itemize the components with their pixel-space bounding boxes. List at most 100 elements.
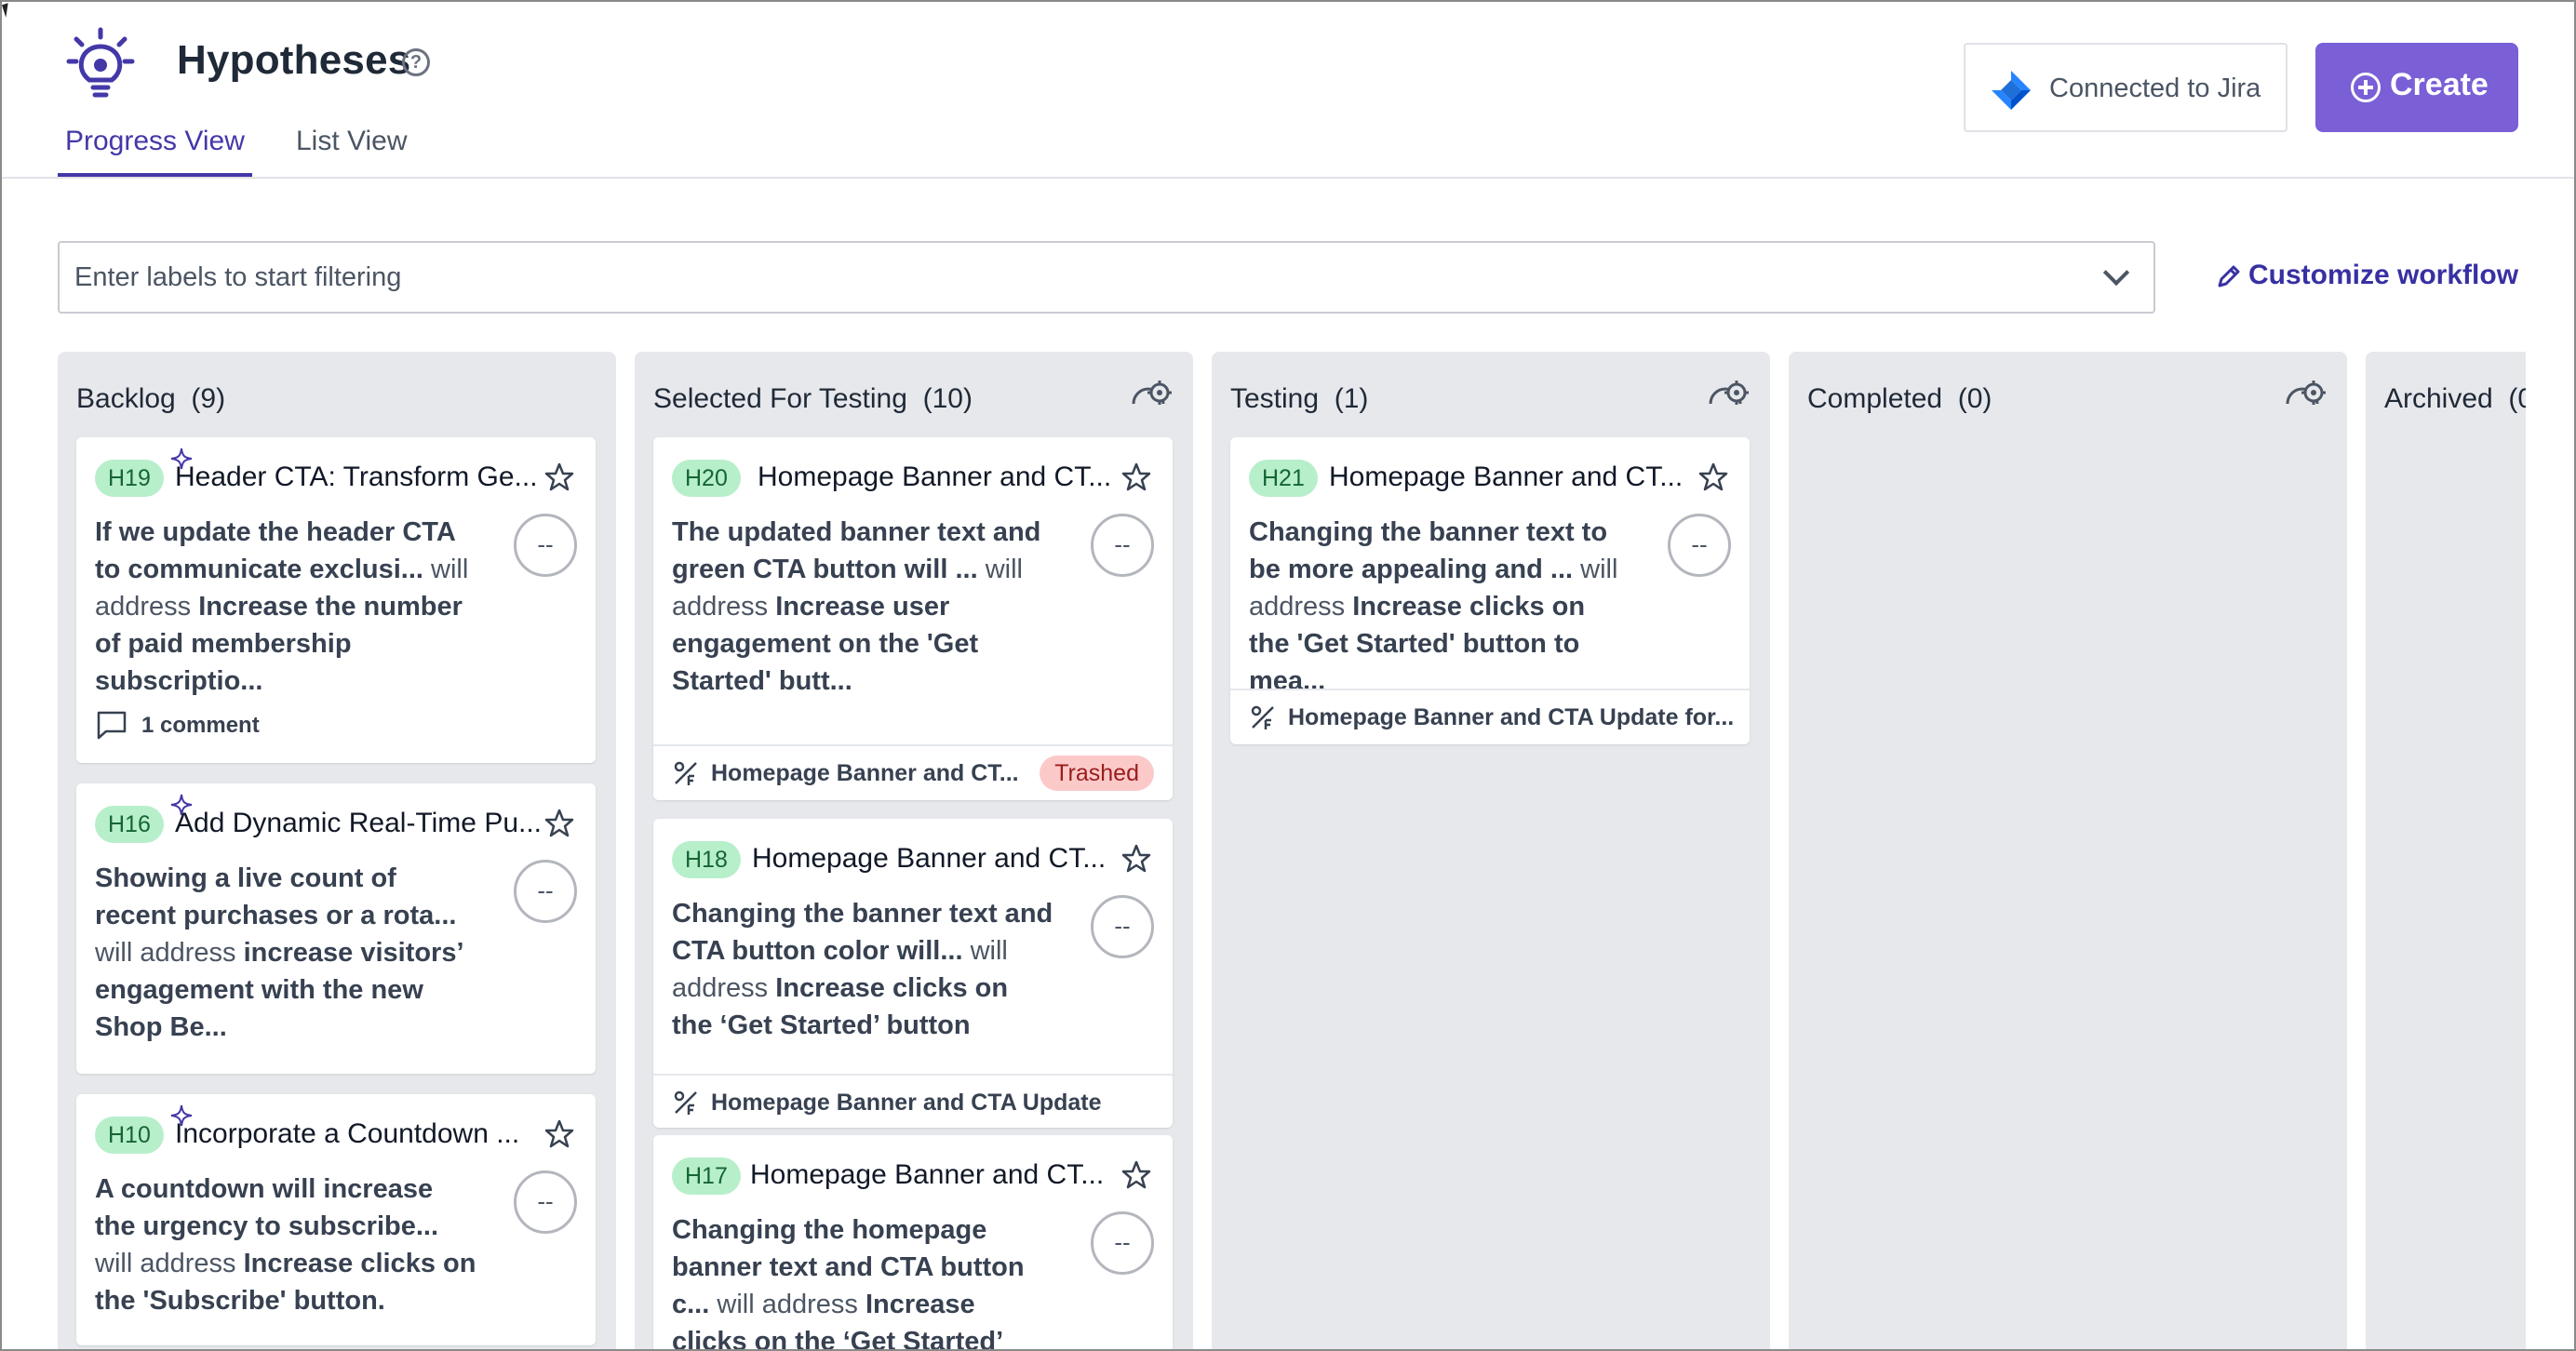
star-icon[interactable]	[543, 808, 575, 839]
hypothesis-card[interactable]: H19 Header CTA: Transform Ge... If we up…	[76, 437, 596, 763]
experiment-name: Homepage Banner and CTA Update for...	[1288, 704, 1735, 730]
column-testing: Testing (1) H21 Homepage Banner and CT..…	[1212, 352, 1770, 1349]
hypothesis-card[interactable]: H21 Homepage Banner and CT... Changing t…	[1230, 437, 1750, 744]
card-change: If we update the header CTA to communica…	[95, 517, 455, 584]
hypothesis-id-badge: H20	[672, 460, 741, 497]
column-name: Testing	[1230, 383, 1320, 414]
column-name: Archived	[2384, 383, 2493, 414]
tab-progress-view[interactable]: Progress View	[65, 126, 245, 157]
automation-settings-icon[interactable]	[2284, 380, 2327, 408]
star-icon[interactable]	[543, 1118, 575, 1150]
column-name: Completed	[1807, 383, 1943, 414]
hypothesis-card[interactable]: H17 Homepage Banner and CT... Changing t…	[653, 1135, 1173, 1349]
column-completed: Completed (0)	[1789, 352, 2347, 1349]
card-description: The updated banner text and green CTA bu…	[672, 514, 1053, 700]
hypothesis-card[interactable]: H20 Homepage Banner and CT... The update…	[653, 437, 1173, 800]
lightbulb-logo-icon	[66, 27, 135, 98]
card-title: Homepage Banner and CT...	[1329, 461, 1684, 492]
jira-connection-button[interactable]: Connected to Jira	[1964, 43, 2288, 132]
active-tab-indicator	[58, 173, 252, 177]
app-window: Hypotheses ? Progress View List View Con…	[0, 0, 2576, 1351]
column-count: (10)	[922, 383, 973, 414]
star-icon[interactable]	[1697, 461, 1729, 493]
card-change: A countdown will increase the urgency to…	[95, 1174, 439, 1241]
card-description: If we update the header CTA to communica…	[95, 514, 476, 700]
customize-workflow-link[interactable]: Customize workflow	[2248, 260, 2518, 291]
comment-count-label: 1 comment	[141, 713, 260, 738]
column-archived: Archived (0)	[2366, 352, 2526, 1349]
card-title: Header CTA: Transform Ge...	[175, 461, 538, 492]
star-icon[interactable]	[1120, 1159, 1152, 1191]
automation-settings-icon[interactable]	[1707, 380, 1750, 408]
experiment-percent-icon	[674, 1090, 697, 1115]
column-selected-for-testing: Selected For Testing (10) H20 Homepage B…	[635, 352, 1193, 1349]
card-title: Homepage Banner and CT...	[750, 1159, 1105, 1190]
score-indicator: --	[1091, 514, 1154, 577]
star-icon[interactable]	[543, 461, 575, 493]
column-header: Completed (0)	[1807, 383, 1992, 415]
column-header: Selected For Testing (10)	[653, 383, 973, 415]
create-button[interactable]: Create	[2315, 43, 2518, 132]
card-title: Homepage Banner and CT...	[752, 843, 1107, 874]
score-indicator: --	[514, 860, 577, 923]
hypothesis-card[interactable]: H16 Add Dynamic Real-Time Pu... Showing …	[76, 783, 596, 1074]
page-header: Hypotheses ? Progress View List View Con…	[2, 2, 2574, 179]
experiment-percent-icon	[674, 761, 697, 785]
score-indicator: --	[1668, 514, 1731, 577]
hypothesis-id-badge: H17	[672, 1157, 741, 1195]
card-change: Changing the banner text to be more appe…	[1249, 517, 1608, 584]
card-connector: will address	[95, 938, 244, 968]
tab-list-view[interactable]: List View	[296, 126, 408, 157]
column-name: Backlog	[76, 383, 176, 414]
question-circle-icon[interactable]: ?	[402, 48, 430, 76]
card-description: Changing the banner text to be more appe…	[1249, 514, 1630, 700]
page-title: Hypotheses	[177, 37, 411, 83]
column-header: Backlog (9)	[76, 383, 225, 415]
card-change: Showing a live count of recent purchases…	[95, 863, 457, 930]
hypothesis-id-badge: H10	[95, 1117, 164, 1154]
card-description: A countdown will increase the urgency to…	[95, 1170, 476, 1319]
column-header: Archived (0)	[2384, 383, 2526, 415]
comment-icon	[97, 711, 127, 740]
card-connector: will address	[95, 1249, 244, 1278]
label-filter-select[interactable]	[58, 241, 2155, 314]
card-title: Add Dynamic Real-Time Pu...	[175, 808, 543, 838]
card-title: Homepage Banner and CT...	[758, 461, 1112, 492]
star-icon[interactable]	[1120, 843, 1152, 875]
linked-experiment[interactable]: Homepage Banner and CT... Trashed	[653, 744, 1173, 798]
column-count: (0)	[2508, 383, 2526, 414]
create-button-label: Create	[2390, 67, 2489, 102]
status-badge: Trashed	[1040, 756, 1154, 791]
experiment-percent-icon	[1251, 705, 1274, 729]
automation-settings-icon[interactable]	[1130, 380, 1173, 408]
hypothesis-id-badge: H18	[672, 841, 741, 878]
column-count: (1)	[1334, 383, 1369, 414]
hypothesis-card[interactable]: H18 Homepage Banner and CT... Changing t…	[653, 819, 1173, 1128]
column-backlog: Backlog (9) H19 Header CTA: Transform Ge…	[58, 352, 616, 1349]
card-description: Showing a live count of recent purchases…	[95, 860, 476, 1046]
label-filter-input[interactable]	[74, 256, 2075, 299]
card-description: Changing the homepage banner text and CT…	[672, 1211, 1053, 1349]
card-title: Incorporate a Countdown ...	[175, 1118, 520, 1149]
card-description: Changing the banner text and CTA button …	[672, 895, 1053, 1044]
linked-experiment[interactable]: Homepage Banner and CTA Update	[653, 1074, 1173, 1128]
star-icon[interactable]	[1120, 461, 1152, 493]
hypothesis-card[interactable]: H10 Incorporate a Countdown ... A countd…	[76, 1094, 596, 1345]
column-count: (0)	[1957, 383, 1992, 414]
column-header: Testing (1)	[1230, 383, 1368, 415]
chevron-down-icon[interactable]	[2102, 259, 2130, 287]
kanban-board: Backlog (9) H19 Header CTA: Transform Ge…	[58, 352, 2526, 1349]
linked-experiment[interactable]: Homepage Banner and CTA Update for...	[1230, 689, 1750, 742]
hypothesis-id-badge: H16	[95, 806, 164, 843]
pencil-icon[interactable]	[2215, 262, 2243, 290]
plus-circle-icon	[2351, 73, 2381, 102]
experiment-name: Homepage Banner and CT...	[711, 760, 1019, 786]
jira-connection-label: Connected to Jira	[2049, 74, 2261, 103]
column-count: (9)	[191, 383, 226, 414]
experiment-name: Homepage Banner and CTA Update	[711, 1090, 1102, 1116]
card-connector: will address	[709, 1290, 865, 1319]
score-indicator: --	[1091, 1211, 1154, 1275]
hypothesis-id-badge: H19	[95, 460, 164, 497]
score-indicator: --	[514, 1170, 577, 1234]
score-indicator: --	[514, 514, 577, 577]
